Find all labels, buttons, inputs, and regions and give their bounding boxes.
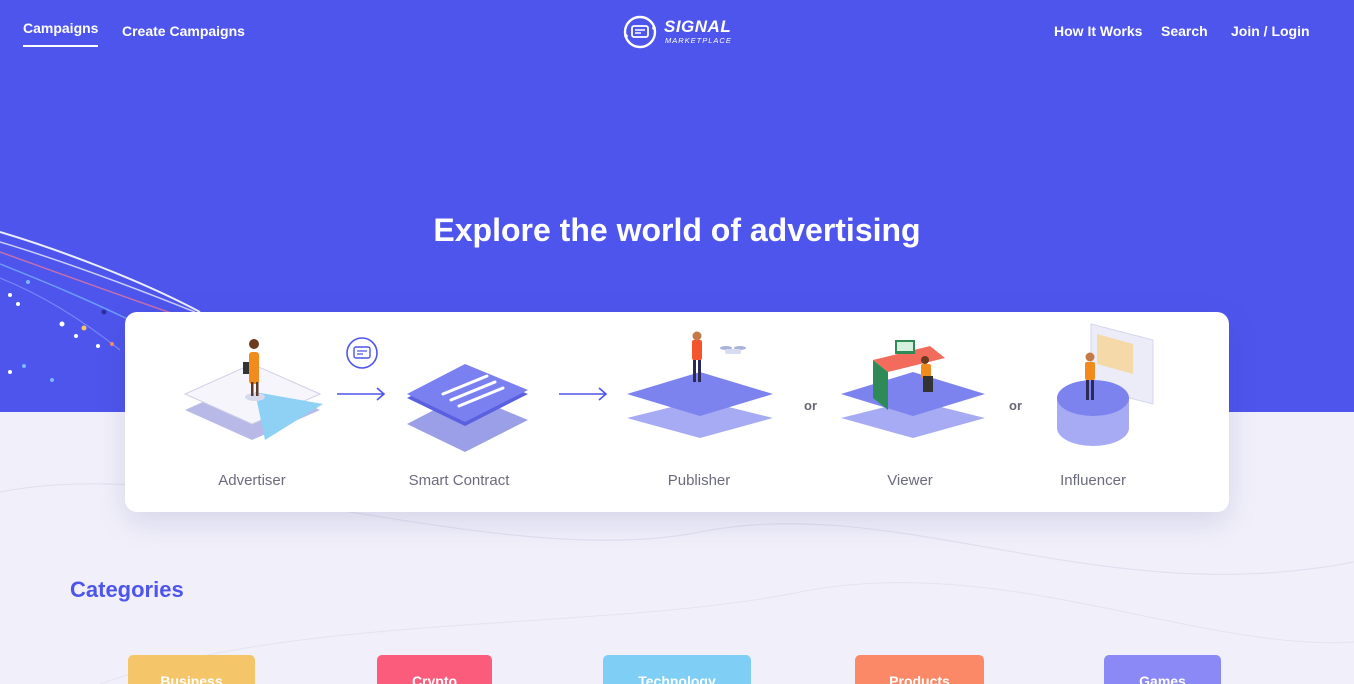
smart-contract-illustration <box>407 364 528 452</box>
flow-label-advertiser: Advertiser <box>218 472 286 489</box>
nav-how-it-works[interactable]: How It Works <box>1054 23 1142 39</box>
logo-name: SIGNAL <box>664 17 732 36</box>
nav-search[interactable]: Search <box>1161 23 1208 39</box>
smart-contract-icon <box>346 337 378 369</box>
logo-subtitle: MARKETPLACE <box>665 36 732 45</box>
nav-join-login[interactable]: Join / Login <box>1231 23 1310 39</box>
category-products-button[interactable]: Products <box>855 655 984 684</box>
categories-title: Categories <box>70 577 184 602</box>
publisher-illustration <box>627 331 773 438</box>
category-games-button[interactable]: Games <box>1104 655 1221 684</box>
category-technology-button[interactable]: Technology <box>603 655 751 684</box>
flow-or-2: or <box>1009 398 1022 413</box>
category-business-button[interactable]: Business <box>128 655 255 684</box>
viewer-illustration <box>841 340 985 438</box>
how-it-works-card: or or Advertiser Smart Contract Publishe <box>125 312 1229 512</box>
signal-logo[interactable]: SIGNAL MARKETPLACE <box>622 14 742 50</box>
nav-campaigns[interactable]: Campaigns <box>23 20 99 47</box>
flow-or-1: or <box>804 398 817 413</box>
arrow-icon <box>559 387 608 401</box>
influencer-illustration <box>1057 323 1154 446</box>
nav-create-campaigns[interactable]: Create Campaigns <box>122 23 245 39</box>
flow-label-viewer: Viewer <box>887 472 933 489</box>
advertiser-illustration <box>183 339 323 440</box>
flow-label-publisher: Publisher <box>667 472 731 489</box>
flow-label-influencer: Influencer <box>1060 472 1126 489</box>
arrow-icon <box>337 387 386 401</box>
hero-title: Explore the world of advertising <box>433 212 921 248</box>
flow-label-smart-contract: Smart Contract <box>408 472 510 489</box>
category-crypto-button[interactable]: Crypto <box>377 655 492 684</box>
signal-logo-icon <box>623 15 657 49</box>
